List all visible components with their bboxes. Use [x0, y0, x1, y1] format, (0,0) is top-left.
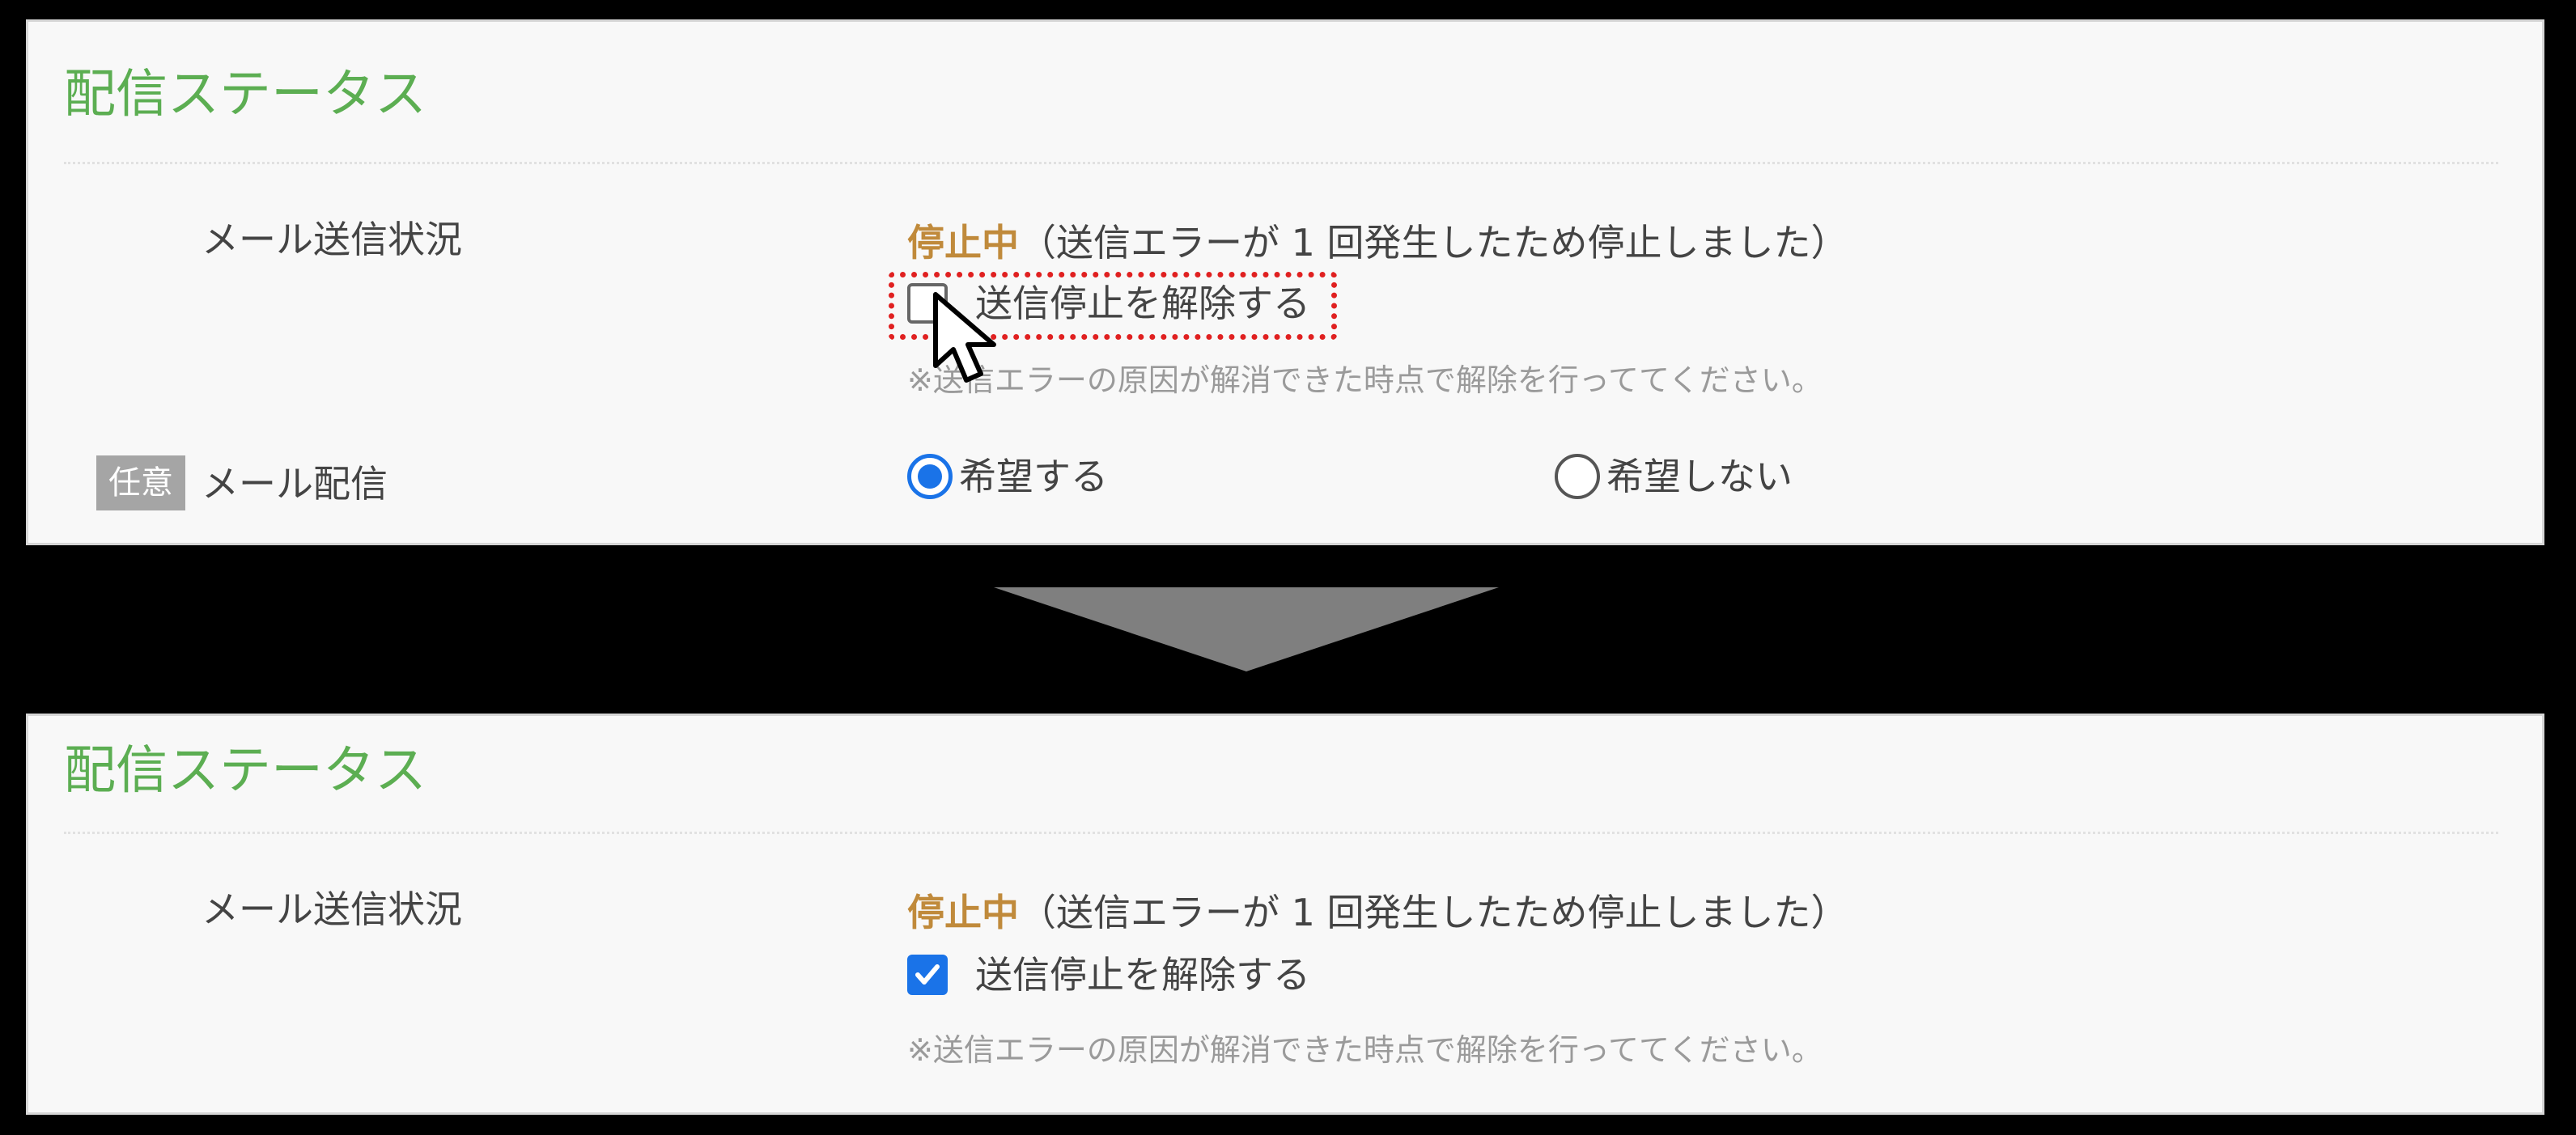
radio-dot-icon [918, 464, 942, 489]
unsuspend-checkbox-row[interactable]: 送信停止を解除する [907, 279, 1310, 328]
help-note: ※送信エラーの原因が解消できた時点で解除を行っててください。 [907, 1032, 1823, 1068]
radio-want-label[interactable]: 希望する [959, 458, 1108, 495]
status-detail: （送信エラーが 1 回発生したため停止しました） [1019, 891, 1848, 934]
help-note: ※送信エラーの原因が解消できた時点で解除を行っててください。 [907, 362, 1823, 398]
unsuspend-checkbox-row[interactable]: 送信停止を解除する [907, 951, 1310, 999]
form-panel-before: 配信ステータス メール送信状況 停止中（送信エラーが 1 回発生したため停止しま… [26, 19, 2544, 545]
down-arrow-icon [994, 587, 1499, 671]
checkmark-icon [915, 964, 940, 985]
radio-not-want[interactable] [1555, 454, 1600, 499]
section-divider [64, 162, 2498, 164]
section-title: 配信ステータス [64, 741, 427, 801]
status-detail: （送信エラーが 1 回発生したため停止しました） [1019, 221, 1848, 265]
unsuspend-checkbox[interactable] [907, 283, 948, 324]
mail-status-label: メール送信状況 [202, 887, 462, 931]
section-divider [64, 832, 2498, 834]
radio-want[interactable] [907, 454, 953, 499]
unsuspend-checkbox-label[interactable]: 送信停止を解除する [975, 956, 1310, 993]
status-line: 停止中（送信エラーが 1 回発生したため停止しました） [907, 224, 1848, 261]
status-badge: 停止中 [907, 221, 1019, 265]
mail-delivery-label: メール配信 [202, 462, 388, 506]
status-line: 停止中（送信エラーが 1 回発生したため停止しました） [907, 894, 1848, 931]
unsuspend-checkbox[interactable] [907, 955, 948, 995]
radio-option-not-want[interactable]: 希望しない [1555, 452, 1793, 501]
form-panel-after: 配信ステータス メール送信状況 停止中（送信エラーが 1 回発生したため停止しま… [26, 714, 2544, 1115]
section-title: 配信ステータス [64, 65, 427, 125]
unsuspend-checkbox-label[interactable]: 送信停止を解除する [975, 285, 1310, 322]
radio-option-want[interactable]: 希望する [907, 452, 1108, 501]
mail-status-label: メール送信状況 [202, 218, 462, 261]
status-badge: 停止中 [907, 891, 1019, 934]
optional-badge: 任意 [96, 455, 185, 510]
radio-not-want-label[interactable]: 希望しない [1606, 458, 1793, 495]
